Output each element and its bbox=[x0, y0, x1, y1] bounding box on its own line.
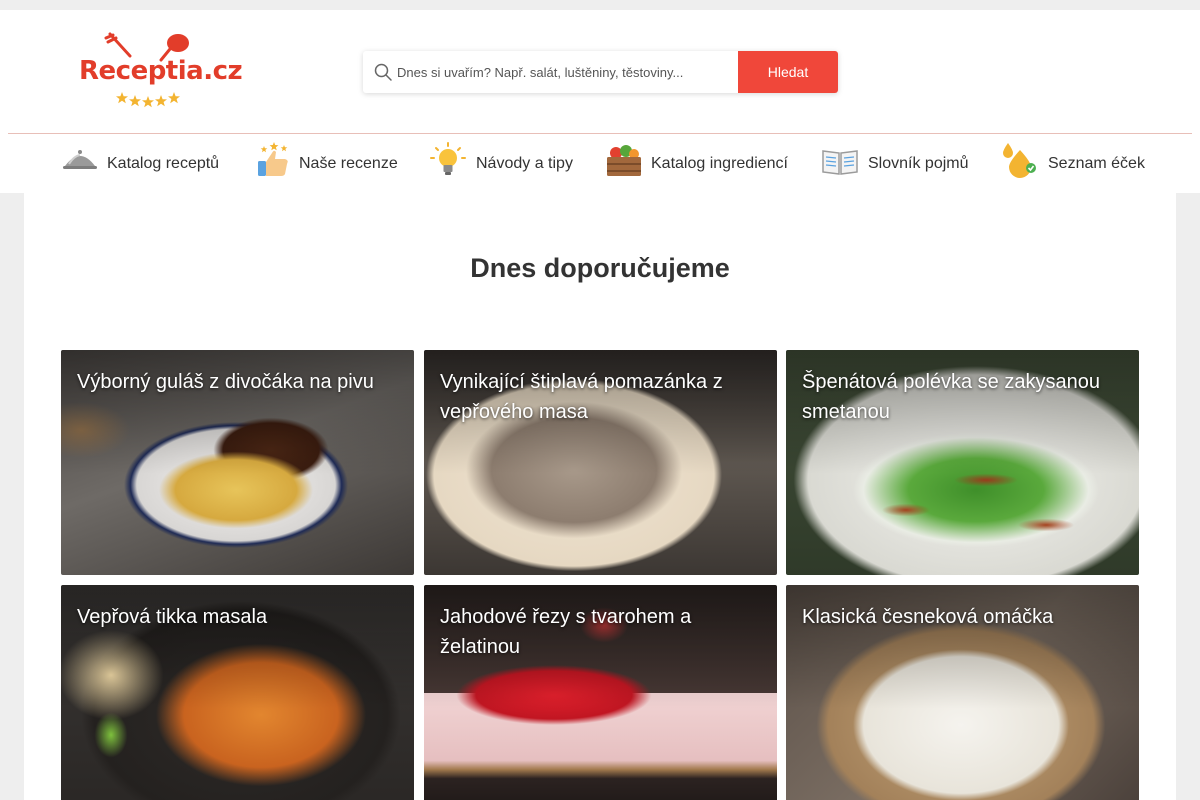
recipe-card[interactable]: Vepřová tikka masala bbox=[61, 585, 414, 800]
search-button[interactable]: Hledat bbox=[738, 51, 838, 93]
open-book-icon bbox=[822, 150, 858, 175]
lightbulb-icon bbox=[430, 142, 466, 175]
nav-label: Katalog ingrediencí bbox=[651, 155, 788, 172]
recipe-title: Vepřová tikka masala bbox=[77, 606, 268, 628]
rating-stars-icon bbox=[116, 92, 180, 108]
recipe-title: Vynikající štiplavá pomazánka z vepřovéh… bbox=[440, 371, 723, 423]
recipe-card[interactable]: Výborný guláš z divočáka na pivu bbox=[61, 350, 414, 575]
site-header: Receptia.cz Hledat bbox=[0, 10, 1200, 193]
nav-item-slovnik-pojmu[interactable]: Slovník pojmů bbox=[822, 134, 972, 193]
nav-label: Slovník pojmů bbox=[868, 155, 969, 172]
thumbs-up-icon bbox=[258, 142, 288, 176]
section-title: Dnes doporučujeme bbox=[470, 253, 730, 283]
recipe-title: Špenátová polévka se zakysanou smetanou bbox=[802, 371, 1100, 423]
site-logo[interactable]: Receptia.cz bbox=[76, 32, 243, 108]
nav-item-katalog-receptu[interactable]: Katalog receptů bbox=[62, 134, 224, 193]
nav-label: Návody a tipy bbox=[476, 155, 573, 172]
recipe-card[interactable]: Vynikající štiplavá pomazánka z vepřovéh… bbox=[424, 350, 777, 575]
recipe-title: Výborný guláš z divočáka na pivu bbox=[77, 371, 374, 393]
cloche-icon bbox=[63, 150, 97, 169]
main-content: Dnes doporučujeme Výborný guláš z divočá… bbox=[24, 193, 1176, 800]
search-icon bbox=[374, 63, 392, 81]
vegetable-crate-icon bbox=[607, 145, 641, 176]
search-bar: Hledat bbox=[363, 51, 838, 93]
nav-label: Naše recenze bbox=[299, 155, 398, 172]
recipe-title: Klasická česneková omáčka bbox=[802, 606, 1054, 628]
nav-item-navody-a-tipy[interactable]: Návody a tipy bbox=[430, 134, 575, 193]
search-input[interactable] bbox=[397, 51, 737, 93]
recipe-card[interactable]: Špenátová polévka se zakysanou smetanou bbox=[786, 350, 1139, 575]
nav-label: Seznam éček bbox=[1048, 155, 1145, 172]
nav-item-seznam-ecek[interactable]: Seznam éček bbox=[1002, 134, 1148, 193]
e-numbers-icon bbox=[1003, 143, 1036, 178]
recipe-title: Jahodové řezy s tvarohem a želatinou bbox=[440, 606, 692, 658]
main-nav: Katalog receptů Naše recenze Návody a ti… bbox=[0, 134, 1200, 193]
nav-item-katalog-ingredienci[interactable]: Katalog ingrediencí bbox=[606, 134, 792, 193]
recipe-card[interactable]: Klasická česneková omáčka bbox=[786, 585, 1139, 800]
recipe-card[interactable]: Jahodové řezy s tvarohem a želatinou bbox=[424, 585, 777, 800]
logo-text: Receptia.cz bbox=[79, 56, 243, 86]
nav-item-nase-recenze[interactable]: Naše recenze bbox=[256, 134, 401, 193]
nav-label: Katalog receptů bbox=[107, 155, 220, 172]
